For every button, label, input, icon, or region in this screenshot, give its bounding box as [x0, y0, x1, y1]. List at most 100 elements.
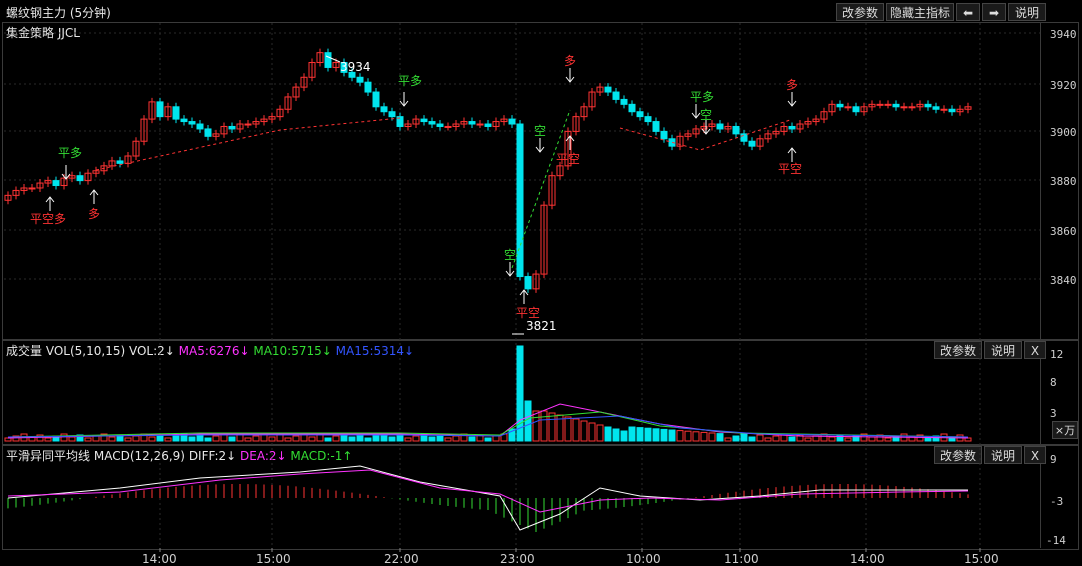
candle-body-75: [604, 86, 612, 93]
volume-bar-51: [412, 435, 420, 442]
volume-bar-31: [252, 435, 260, 442]
volume-bar-8: [68, 436, 76, 442]
high-price-label: 3934: [340, 60, 371, 74]
candle-body-79: [636, 111, 644, 118]
candle-body-45: [364, 81, 372, 93]
volume-bar-49: [396, 434, 404, 442]
volume-bar-95: [764, 437, 772, 442]
volume-bar-78: [628, 426, 636, 442]
candle-body-63: [508, 118, 516, 125]
candle-body-52: [420, 118, 428, 123]
volume-bar-73: [588, 422, 596, 442]
signal-label-9: 平多: [690, 90, 715, 104]
volume-bar-81: [652, 428, 660, 442]
candle-body-77: [620, 98, 628, 105]
volume-bar-34: [276, 434, 284, 442]
candle-body-60: [484, 123, 492, 127]
volume-bar-86: [692, 431, 700, 442]
volume-bar-13: [108, 436, 116, 442]
volume-bar-88: [708, 432, 716, 442]
volume-bar-50: [404, 437, 412, 442]
volume-bar-79: [636, 427, 644, 442]
volume-bar-41: [332, 435, 340, 442]
signal-label-3: 平多: [398, 74, 423, 88]
volume-bar-20: [164, 437, 172, 442]
candle-body-117: [940, 108, 948, 111]
candle-body-54: [436, 123, 444, 127]
volume-bar-82: [660, 428, 668, 442]
volume-bar-96: [772, 435, 780, 442]
candle-body-6: [52, 180, 60, 187]
candle-body-9: [76, 175, 84, 182]
volume-bar-60: [484, 437, 492, 442]
volume-bar-98: [788, 436, 796, 442]
candle-body-115: [924, 103, 932, 108]
volume-bar-115: [924, 437, 932, 442]
candle-body-81: [652, 121, 660, 132]
volume-bar-72: [580, 420, 588, 442]
volume-bar-77: [620, 430, 628, 442]
volume-bar-76: [612, 428, 620, 442]
volume-bar-39: [316, 434, 324, 442]
candle-body-91: [732, 125, 740, 135]
candle-body-21: [172, 106, 180, 120]
volume-bar-67: [540, 410, 548, 442]
candle-body-93: [748, 140, 756, 147]
candle-body-111: [892, 103, 900, 108]
candle-body-89: [716, 123, 724, 130]
volume-bar-108: [868, 436, 876, 442]
vol-ma5-line: [7, 403, 969, 439]
volume-bar-23: [188, 436, 196, 442]
volume-bar-85: [684, 430, 692, 442]
candle-body-22: [180, 118, 188, 123]
volume-bar-24: [196, 434, 204, 442]
signal-label-2: 多: [88, 207, 101, 221]
volume-bar-21: [172, 435, 180, 442]
candle-body-76: [612, 91, 620, 100]
volume-bar-91: [732, 435, 740, 442]
volume-bar-56: [452, 435, 460, 442]
volume-bar-28: [228, 436, 236, 442]
volume-bar-61: [492, 435, 500, 442]
candle-body-30: [244, 123, 252, 126]
volume-bar-7: [60, 433, 68, 442]
candle-body-92: [740, 133, 748, 142]
candle-body-58: [468, 121, 476, 125]
volume-bar-44: [356, 434, 364, 442]
candle-body-24: [196, 123, 204, 130]
volume-bar-35: [284, 437, 292, 442]
volume-bar-66: [532, 410, 540, 442]
volume-bar-103: [828, 436, 836, 442]
signal-label-6: 空: [534, 124, 547, 138]
volume-bar-71: [572, 418, 580, 442]
signal-label-8: 平空: [556, 152, 581, 166]
candle-body-19: [156, 101, 164, 118]
volume-bar-70: [564, 416, 572, 442]
candle-body-64: [516, 123, 524, 278]
signal-label-7: 多: [564, 54, 577, 68]
candle-body-113: [908, 106, 916, 109]
volume-bar-29: [236, 434, 244, 442]
candle-body-46: [372, 91, 380, 108]
volume-bar-93: [748, 436, 756, 442]
volume-bar-26: [212, 435, 220, 442]
candle-body-78: [628, 103, 636, 113]
candle-body-118: [948, 108, 956, 113]
candle-body-23: [188, 121, 196, 125]
candle-body-59: [476, 123, 484, 126]
signal-label-5: 平空: [516, 306, 541, 320]
volume-bar-92: [740, 433, 748, 442]
volume-bar-104: [836, 434, 844, 442]
volume-bar-68: [548, 412, 556, 442]
candle-body-48: [388, 111, 396, 118]
candle-body-105: [844, 106, 852, 109]
signal-label-12: 平空: [778, 162, 803, 176]
volume-bar-110: [884, 437, 892, 442]
volume-bar-30: [244, 437, 252, 442]
candle-body-82: [660, 130, 668, 140]
volume-bar-87: [700, 431, 708, 442]
candle-body-55: [444, 125, 452, 128]
volume-bar-94: [756, 434, 764, 442]
volume-bar-5: [44, 437, 52, 442]
volume-bar-36: [292, 435, 300, 442]
